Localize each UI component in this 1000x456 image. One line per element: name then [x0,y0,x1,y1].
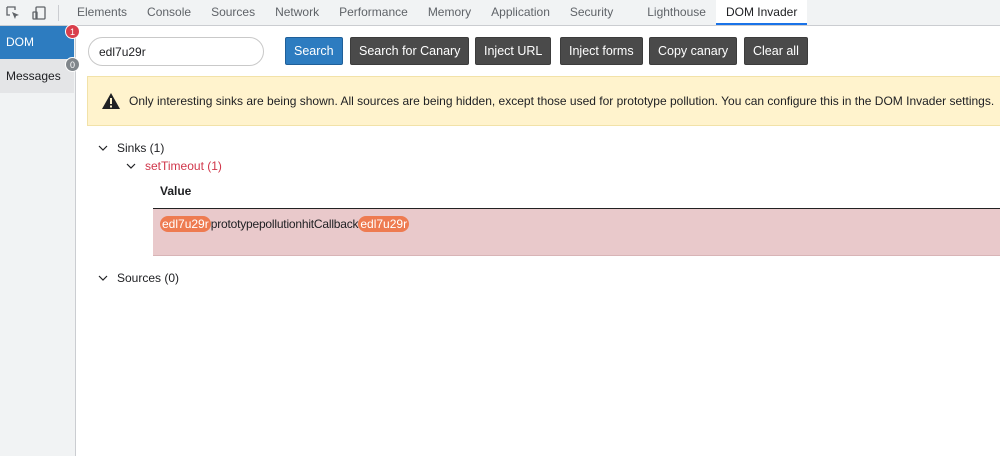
canary-highlight: edl7u29r [160,216,211,232]
value-column-header: Value [160,184,192,198]
devtools-tab-bar: Elements Console Sources Network Perform… [0,0,1000,26]
inject-url-button[interactable]: Inject URL [475,37,552,65]
sidebar-item-label: Messages [6,69,61,83]
sink-value-row[interactable]: edl7u29r prototypepollutionhitCallback e… [153,209,1000,256]
sidebar-item-dom[interactable]: DOM 1 [0,24,80,59]
settimeout-tree-node[interactable]: setTimeout (1) [126,159,222,173]
inspect-element-icon[interactable] [0,0,26,25]
dom-invader-main: Search Search for Canary Inject URL Inje… [76,26,1000,456]
search-button[interactable]: Search [285,37,343,65]
notice-text: Only interesting sinks are being shown. … [129,94,995,108]
copy-canary-button[interactable]: Copy canary [649,37,738,65]
tab-sources[interactable]: Sources [201,0,265,25]
canary-search-input[interactable] [88,37,264,66]
tab-console[interactable]: Console [137,0,201,25]
sink-value: edl7u29r prototypepollutionhitCallback e… [160,216,410,232]
sink-value-text: prototypepollutionhitCallback [210,217,359,231]
tab-network[interactable]: Network [265,0,329,25]
sinks-label: Sinks (1) [117,141,165,155]
toolbar-divider [58,4,59,21]
tab-elements[interactable]: Elements [67,0,137,25]
tab-dom-invader[interactable]: DOM Invader [715,0,808,25]
tab-performance[interactable]: Performance [329,0,418,25]
search-for-canary-button[interactable]: Search for Canary [350,37,470,65]
sinks-tree-node[interactable]: Sinks (1) [98,141,164,155]
device-toolbar-icon[interactable] [26,0,52,25]
chevron-down-icon [98,145,108,151]
tab-application[interactable]: Application [481,0,560,25]
clear-all-button[interactable]: Clear all [744,37,808,65]
tab-security[interactable]: Security [560,0,623,25]
dom-invader-sidebar: DOM 1 Messages 0 [0,24,80,456]
tab-lighthouse[interactable]: Lighthouse [637,0,716,25]
chevron-down-icon [126,163,136,169]
sidebar-item-label: DOM [6,35,34,49]
tab-memory[interactable]: Memory [418,0,481,25]
canary-highlight: edl7u29r [358,216,410,232]
sources-label: Sources (0) [117,271,180,285]
sources-tree-node[interactable]: Sources (0) [98,271,179,285]
inject-forms-button[interactable]: Inject forms [560,37,643,65]
sidebar-item-messages[interactable]: Messages 0 [0,57,80,93]
settings-notice-banner: Only interesting sinks are being shown. … [87,76,1000,126]
settimeout-label: setTimeout (1) [145,159,222,173]
chevron-down-icon [98,275,108,281]
warning-icon [102,93,120,109]
